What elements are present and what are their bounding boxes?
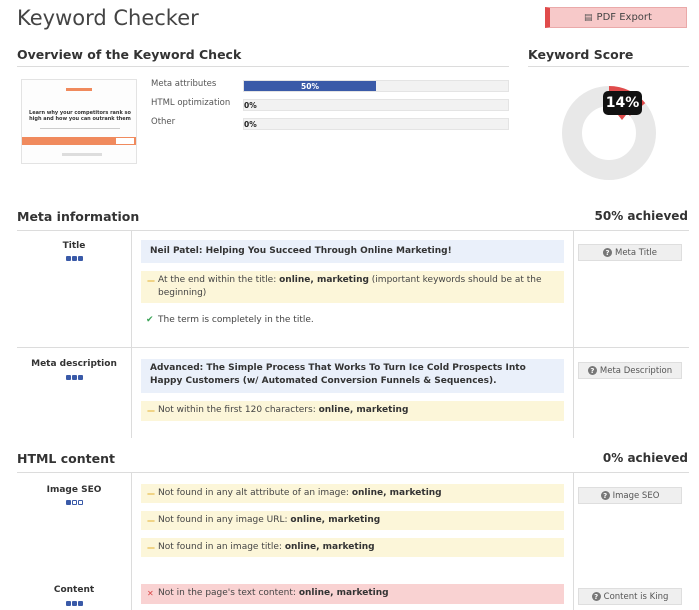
content-rating: [66, 601, 83, 606]
help-icon: ?: [602, 248, 612, 257]
meta-description-value: Advanced: The Simple Process That Works …: [141, 359, 564, 393]
content-error: Not in the page's text content: online, …: [141, 584, 564, 604]
meta-info-achieved: 50% achieved: [594, 209, 688, 223]
html-content-achieved: 0% achieved: [602, 451, 688, 465]
metric-value: 0%: [244, 119, 257, 129]
meta-description-button[interactable]: ? Meta Description: [578, 362, 682, 379]
metric-progress-bar: 50%: [243, 80, 509, 92]
title-warning-keywords: online, marketing: [279, 275, 369, 285]
image-seo-alt-text: Not found in any alt attribute of an ima…: [158, 488, 352, 498]
overview-divider: [17, 66, 509, 67]
meta-description-warning-text: Not within the first 120 characters:: [158, 405, 319, 415]
image-seo-button-label: Image SEO: [612, 490, 660, 501]
content-label: Content: [53, 585, 95, 595]
meta-title-button-label: Meta Title: [614, 247, 658, 258]
meta-col-divider-left: [131, 230, 132, 438]
keyword-score-heading: Keyword Score: [528, 47, 634, 62]
html-content-heading: HTML content: [17, 451, 115, 466]
help-icon: ?: [600, 491, 610, 500]
meta-info-divider: [17, 230, 689, 231]
thumbnail-footer: [62, 153, 102, 156]
title-rating: [66, 256, 83, 261]
content-is-king-button[interactable]: ? Content is King: [578, 588, 682, 605]
content-error-text: Not in the page's text content:: [158, 588, 299, 598]
meta-description-button-label: Meta Description: [599, 365, 673, 376]
thumbnail-cta-bar: [22, 137, 136, 145]
meta-description-label: Meta description: [31, 359, 117, 369]
metric-value: 0%: [244, 100, 257, 110]
image-seo-url-text: Not found in any image URL:: [158, 515, 291, 525]
content-is-king-button-label: Content is King: [603, 591, 669, 602]
title-warning: At the end within the title: online, mar…: [141, 271, 564, 303]
meta-row-divider: [17, 347, 689, 348]
image-seo-url-warning: Not found in any image URL: online, mark…: [141, 511, 564, 530]
meta-title-button[interactable]: ? Meta Title: [578, 244, 682, 261]
help-icon: ?: [591, 592, 601, 601]
thumbnail-subline: [40, 128, 120, 129]
meta-description-rating: [66, 375, 83, 380]
metric-progress-bar: 0%: [243, 118, 509, 130]
image-seo-button[interactable]: ? Image SEO: [578, 487, 682, 504]
help-icon: ?: [587, 366, 597, 375]
content-error-keywords: online, marketing: [298, 588, 389, 598]
pdf-export-label: PDF Export: [596, 12, 652, 23]
html-col-divider-left: [131, 472, 132, 610]
metric-value: 50%: [301, 81, 319, 91]
meta-description-warning-keywords: online, marketing: [318, 405, 409, 415]
image-seo-title-keywords: online, marketing: [284, 542, 375, 552]
page-thumbnail: Learn why your competitors rank so high …: [21, 79, 137, 164]
thumbnail-input: [116, 138, 134, 144]
html-content-divider: [17, 472, 689, 473]
image-seo-alt-warning: Not found in any alt attribute of an ima…: [141, 484, 564, 503]
metric-label: Meta attributes: [151, 79, 217, 89]
image-seo-rating: [66, 500, 83, 505]
image-seo-title-warning: Not found in an image title: online, mar…: [141, 538, 564, 557]
document-icon: ▤: [584, 12, 593, 23]
metric-label: HTML optimization: [151, 98, 231, 108]
title-success: The term is completely in the title.: [141, 311, 564, 330]
title-label: Title: [62, 241, 86, 251]
metric-progress-bar: 0%: [243, 99, 509, 111]
keyword-score-value: 14%: [603, 91, 642, 120]
image-seo-alt-keywords: online, marketing: [351, 488, 442, 498]
thumbnail-logo: [66, 88, 92, 91]
html-col-divider-right: [573, 472, 574, 610]
title-warning-text: At the end within the title:: [158, 275, 280, 285]
overview-heading: Overview of the Keyword Check: [17, 47, 242, 62]
title-value: Neil Patel: Helping You Succeed Through …: [141, 240, 564, 263]
page-title: Keyword Checker: [17, 6, 199, 30]
metric-label: Other: [151, 117, 176, 127]
image-seo-url-keywords: online, marketing: [290, 515, 381, 525]
image-seo-title-text: Not found in an image title:: [158, 542, 285, 552]
score-divider: [528, 66, 689, 67]
image-seo-label: Image SEO: [46, 485, 102, 495]
meta-description-warning: Not within the first 120 characters: onl…: [141, 401, 564, 421]
pdf-export-button[interactable]: ▤ PDF Export: [545, 7, 687, 28]
thumbnail-headline: Learn why your competitors rank so high …: [29, 110, 131, 122]
meta-col-divider-right: [573, 230, 574, 438]
meta-info-heading: Meta information: [17, 209, 140, 224]
